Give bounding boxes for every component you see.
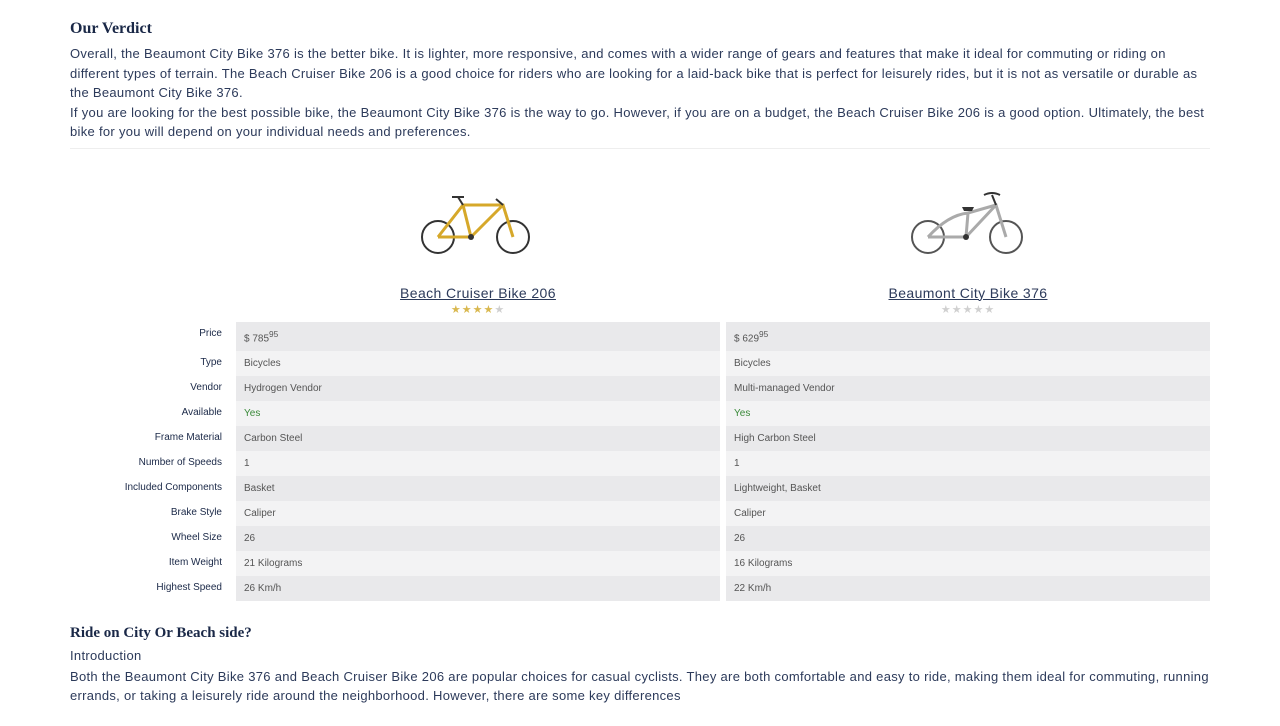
row-label-type: Type	[70, 351, 230, 376]
type-b: Bicycles	[726, 351, 1210, 376]
available-a: Yes	[236, 401, 720, 426]
weight-a: 21 Kilograms	[236, 551, 720, 576]
row-label-included: Included Components	[70, 476, 230, 501]
row-label-speeds: Number of Speeds	[70, 451, 230, 476]
price-a: $ 78595	[236, 322, 720, 351]
product-b-header: Beaumont City Bike 376 ★★★★★	[726, 165, 1210, 322]
bottom-heading: Ride on City Or Beach side?	[70, 625, 1210, 642]
row-label-wheel: Wheel Size	[70, 526, 230, 551]
topspeed-b: 22 Km/h	[726, 576, 1210, 601]
row-label-weight: Item Weight	[70, 551, 230, 576]
product-a-header: Beach Cruiser Bike 206 ★★★★★	[236, 165, 720, 322]
vendor-b: Multi-managed Vendor	[726, 376, 1210, 401]
wheel-b: 26	[726, 526, 1210, 551]
verdict-body: Overall, the Beaumont City Bike 376 is t…	[70, 44, 1210, 149]
included-a: Basket	[236, 476, 720, 501]
bottom-body: Both the Beaumont City Bike 376 and Beac…	[70, 667, 1210, 706]
vendor-a: Hydrogen Vendor	[236, 376, 720, 401]
row-label-available: Available	[70, 401, 230, 426]
topspeed-a: 26 Km/h	[236, 576, 720, 601]
product-a-rating: ★★★★★	[451, 303, 505, 316]
wheel-a: 26	[236, 526, 720, 551]
verdict-p2: If you are looking for the best possible…	[70, 105, 1204, 140]
speeds-b: 1	[726, 451, 1210, 476]
row-label-frame: Frame Material	[70, 426, 230, 451]
product-b-rating: ★★★★★	[941, 303, 995, 316]
bottom-intro: Introduction	[70, 648, 1210, 663]
bike-a-icon	[408, 185, 548, 255]
included-b: Lightweight, Basket	[726, 476, 1210, 501]
comparison-table: Beach Cruiser Bike 206 ★★★★★ Beaumont Ci…	[70, 165, 1210, 601]
available-b: Yes	[726, 401, 1210, 426]
frame-a: Carbon Steel	[236, 426, 720, 451]
row-label-vendor: Vendor	[70, 376, 230, 401]
brake-a: Caliper	[236, 501, 720, 526]
row-label-brake: Brake Style	[70, 501, 230, 526]
bike-b-icon	[898, 185, 1038, 255]
product-a-link[interactable]: Beach Cruiser Bike 206	[400, 285, 556, 301]
brake-b: Caliper	[726, 501, 1210, 526]
row-label-price: Price	[70, 322, 230, 351]
type-a: Bicycles	[236, 351, 720, 376]
product-b-link[interactable]: Beaumont City Bike 376	[889, 285, 1048, 301]
verdict-p1: Overall, the Beaumont City Bike 376 is t…	[70, 46, 1197, 100]
price-b: $ 62995	[726, 322, 1210, 351]
weight-b: 16 Kilograms	[726, 551, 1210, 576]
frame-b: High Carbon Steel	[726, 426, 1210, 451]
verdict-heading: Our Verdict	[70, 20, 1210, 38]
speeds-a: 1	[236, 451, 720, 476]
row-label-topspeed: Highest Speed	[70, 576, 230, 601]
